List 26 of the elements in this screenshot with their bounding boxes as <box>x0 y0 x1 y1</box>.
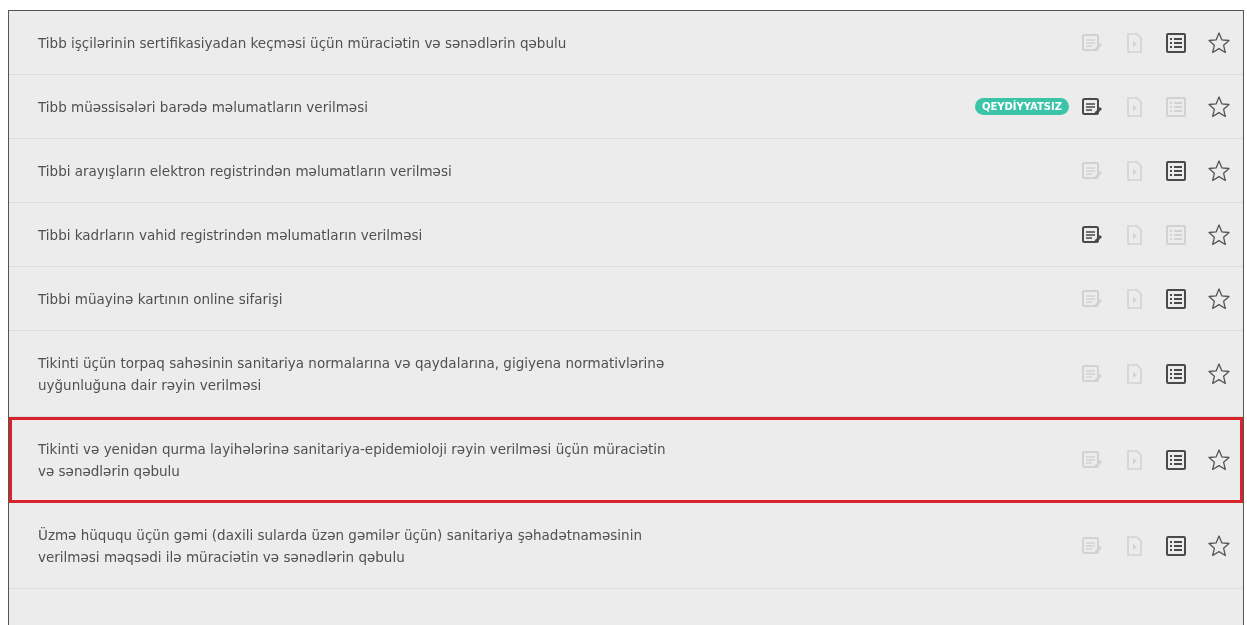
service-title[interactable]: Tibb işçilərinin sertifikasiyadan keçməsi üçün müraciətin və sənədlərin qəbulu <box>38 31 678 54</box>
highlighted-row[interactable]: Tikinti və yenidən qurma layihələrinə sanitariya-epidemioloji rəyin verilməsi üçün müraciətin və sənədlərin qəbulu <box>9 417 1243 503</box>
star-icon[interactable] <box>1207 286 1231 311</box>
star-icon[interactable] <box>1207 447 1231 472</box>
star-icon[interactable] <box>1207 30 1231 55</box>
service-title[interactable]: Tibbi arayışların elektron registrindən məlumatların verilməsi <box>38 159 678 182</box>
list-icon[interactable] <box>1165 159 1187 182</box>
service-title[interactable]: Tibbi müayinə kartının online sifarişi <box>38 287 678 310</box>
star-icon[interactable] <box>1207 533 1231 558</box>
service-title[interactable]: Tikinti üçün torpaq sahəsinin sanitariya normalarına və qaydalarına, gigiyena normativlərinə uyğunluğuna dair rəyin verilməsi <box>38 351 678 396</box>
list-icon[interactable] <box>1165 362 1187 385</box>
star-icon[interactable] <box>1207 94 1231 119</box>
service-title[interactable]: Tibb müəssisələri barədə məlumatların verilməsi <box>38 95 678 118</box>
list-icon[interactable] <box>1165 534 1187 557</box>
star-icon[interactable] <box>1207 158 1231 183</box>
service-title[interactable]: Tibbi kadrların vahid registrindən məlumatların verilməsi <box>38 223 678 246</box>
service-title[interactable]: Tikinti və yenidən qurma layihələrinə sanitariya-epidemioloji rəyin verilməsi üçün müraciətin və sənədlərin qəbulu <box>38 437 678 482</box>
status-badge: QEYDİYYATSIZ <box>974 98 1069 115</box>
list-icon[interactable] <box>1165 31 1187 54</box>
list-icon[interactable] <box>1165 287 1187 310</box>
star-icon[interactable] <box>1207 361 1231 386</box>
list-icon[interactable] <box>1165 448 1187 471</box>
document-edit-icon[interactable] <box>1081 223 1103 246</box>
document-edit-icon[interactable] <box>1081 95 1103 118</box>
star-icon[interactable] <box>1207 222 1231 247</box>
service-title[interactable]: Üzmə hüququ üçün gəmi (daxili sularda üzən gəmilər üçün) sanitariya şəhadətnaməsinin verilməsi məqsədi ilə müraciətin və sənədlərin qəbulu <box>38 523 678 568</box>
